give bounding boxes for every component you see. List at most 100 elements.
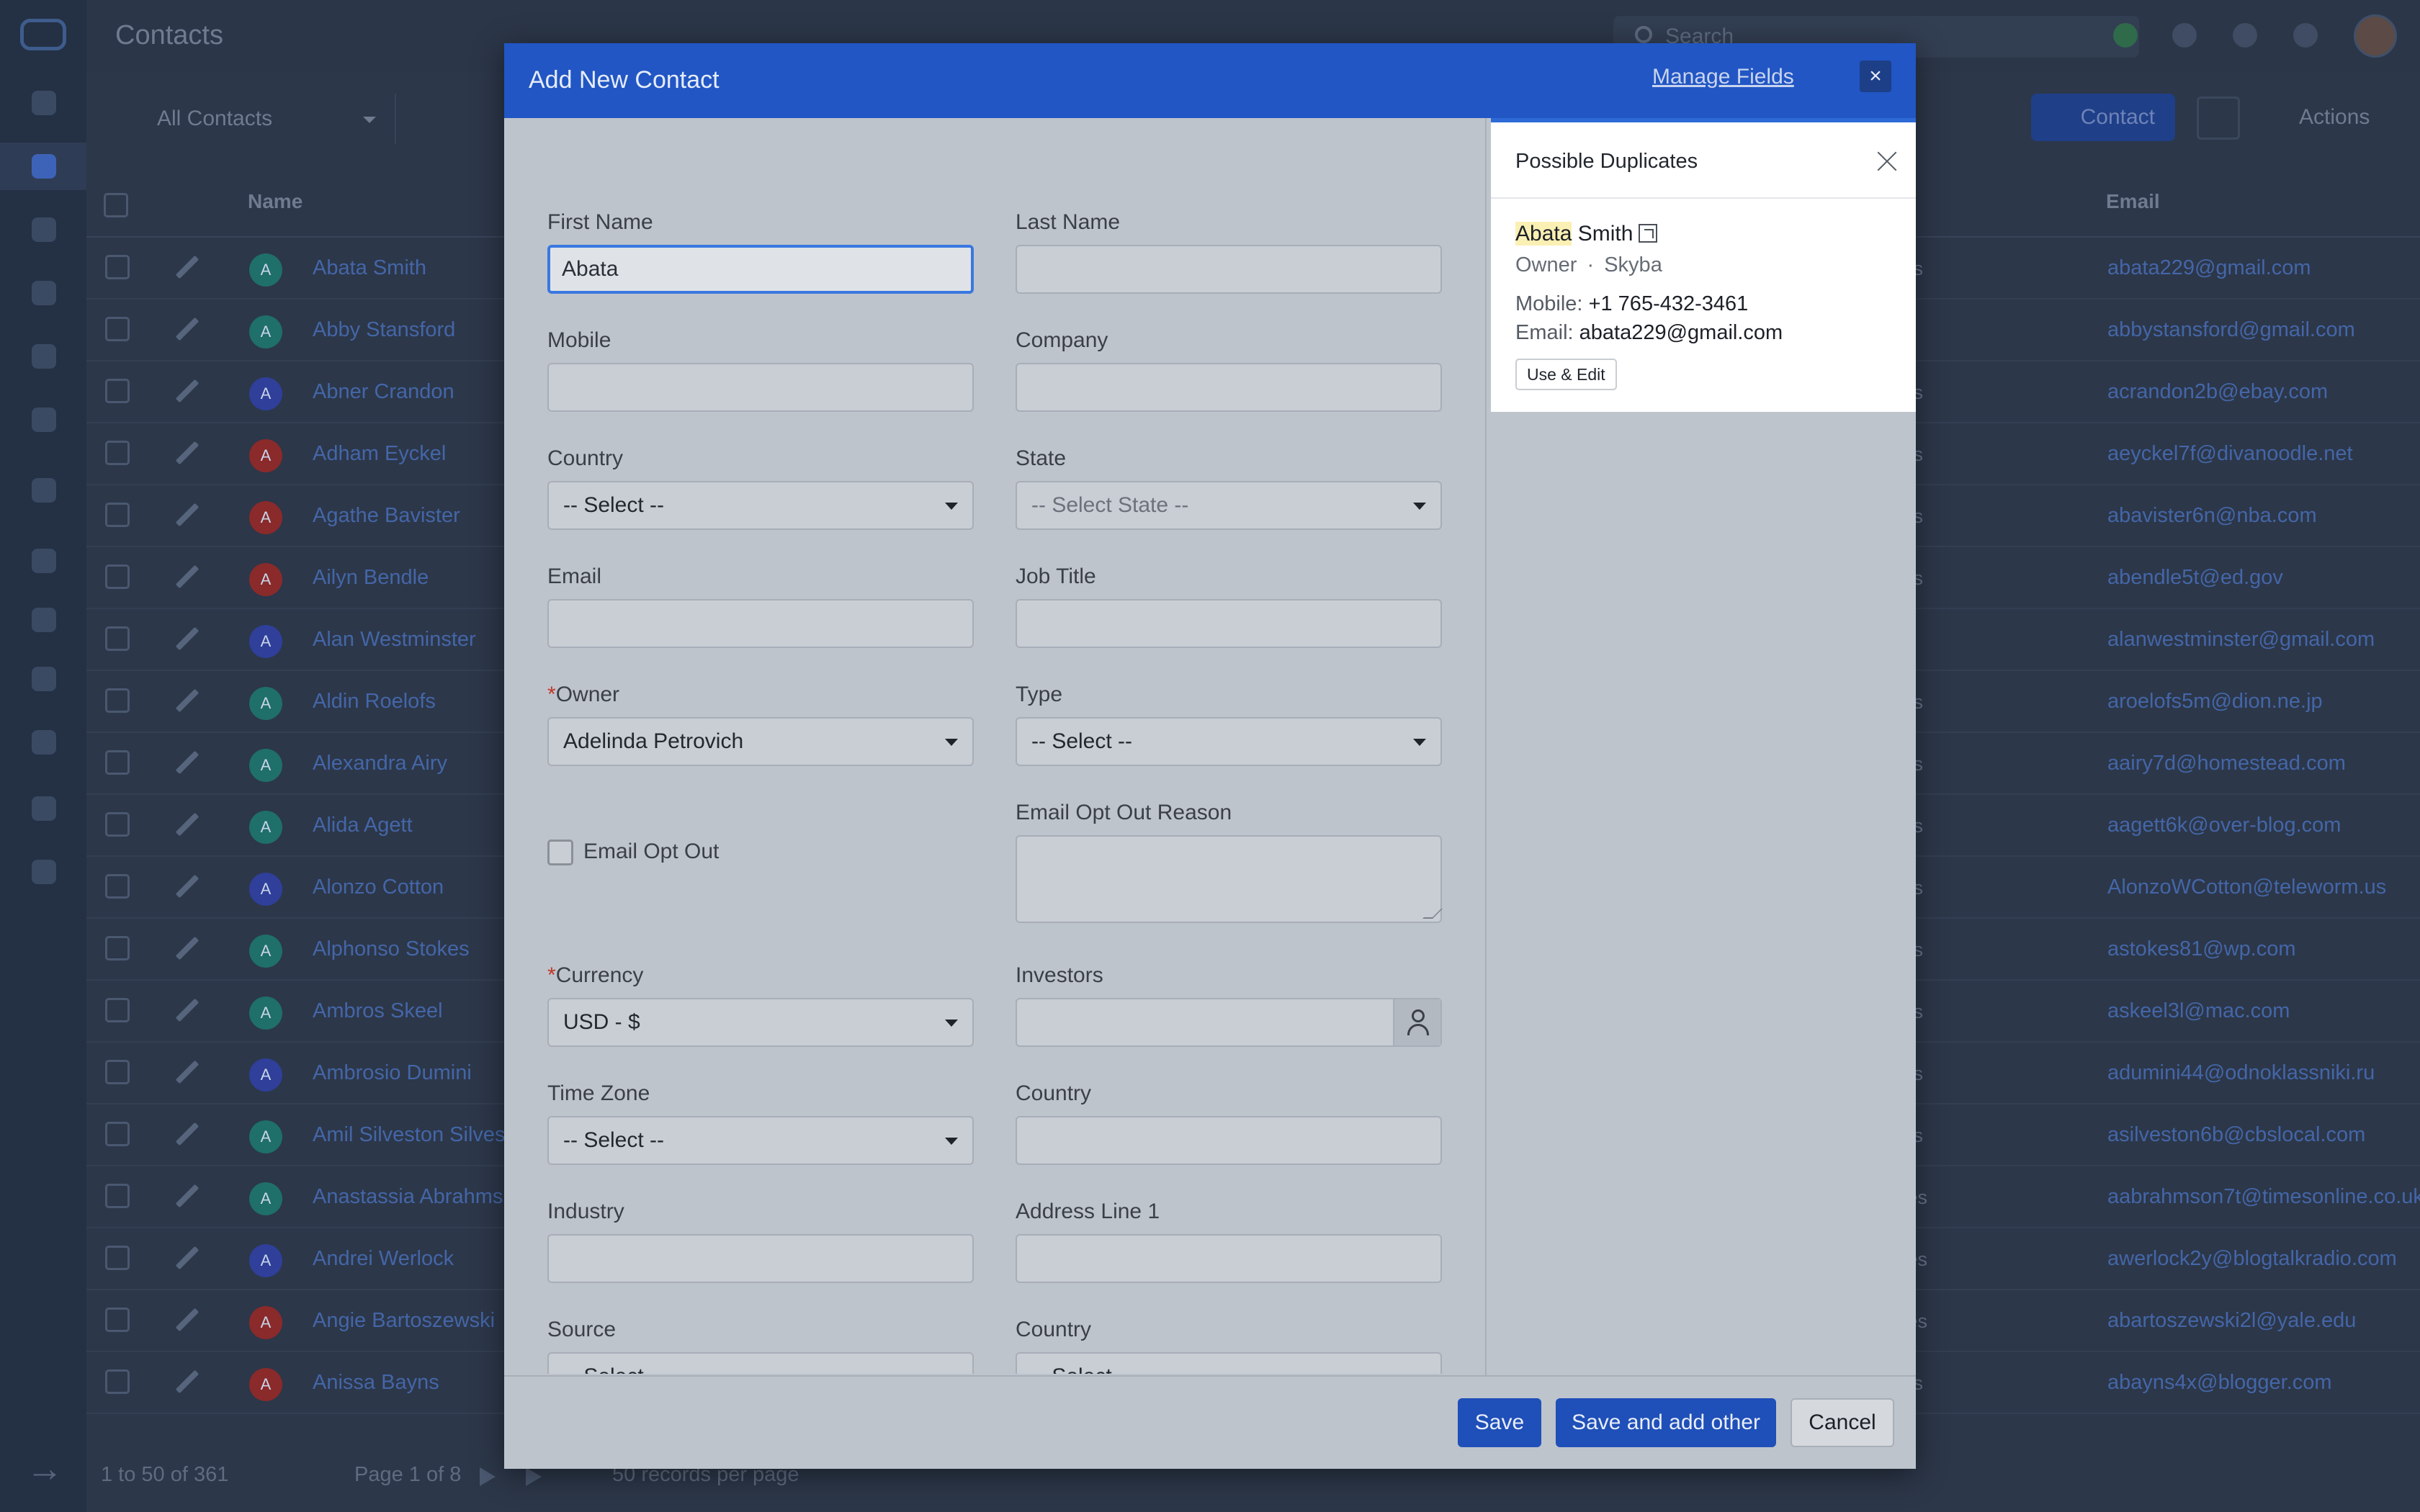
row-checkbox[interactable]	[105, 750, 130, 775]
edit-pencil-icon[interactable]	[175, 441, 200, 465]
expand-sidebar-arrow-icon[interactable]: →	[26, 1450, 63, 1488]
contact-email-link[interactable]: alanwestminster@gmail.com	[2107, 628, 2375, 652]
edit-pencil-icon[interactable]	[175, 750, 200, 775]
last-name-field[interactable]	[1016, 245, 1442, 294]
email-opt-out-checkbox[interactable]	[547, 840, 573, 865]
source-select[interactable]: -- Select --	[547, 1352, 974, 1374]
person-lookup-icon[interactable]	[1393, 999, 1440, 1045]
contact-name-link[interactable]: Andrei Werlock	[313, 1247, 454, 1271]
contact-email-link[interactable]: aagett6k@over-blog.com	[2107, 814, 2341, 837]
save-and-add-other-button[interactable]: Save and add other	[1556, 1398, 1776, 1447]
contact-email-link[interactable]: abartoszewski2l@yale.edu	[2107, 1309, 2356, 1333]
settings-nav-icon[interactable]	[32, 730, 56, 755]
row-checkbox[interactable]	[105, 564, 130, 589]
inbox-nav-icon[interactable]	[32, 549, 56, 573]
contact-name-link[interactable]: Aldin Roelofs	[313, 690, 436, 714]
deals-nav-icon[interactable]	[32, 281, 56, 305]
edit-pencil-icon[interactable]	[175, 874, 200, 899]
contact-name-link[interactable]: Adham Eyckel	[313, 442, 446, 466]
row-checkbox[interactable]	[105, 379, 130, 403]
row-checkbox[interactable]	[105, 1184, 130, 1208]
close-duplicates-icon[interactable]	[1873, 147, 1901, 176]
contact-email-link[interactable]: asilveston6b@cbslocal.com	[2107, 1123, 2365, 1147]
contact-email-link[interactable]: abavister6n@nba.com	[2107, 504, 2317, 528]
edit-pencil-icon[interactable]	[175, 936, 200, 960]
documents-nav-icon[interactable]	[32, 608, 56, 632]
row-checkbox[interactable]	[105, 874, 130, 899]
row-checkbox[interactable]	[105, 626, 130, 651]
revenue-nav-icon[interactable]	[32, 344, 56, 369]
contact-name-link[interactable]: Abata Smith	[313, 256, 426, 280]
edit-pencil-icon[interactable]	[175, 626, 200, 651]
contact-name-link[interactable]: Anastassia Abrahms	[313, 1185, 503, 1209]
close-icon[interactable]: ×	[1860, 60, 1891, 92]
help-icon[interactable]	[2293, 23, 2318, 48]
country-2-field[interactable]	[1016, 1116, 1442, 1165]
contact-name-link[interactable]: Amil Silveston Silves	[313, 1123, 506, 1147]
duplicate-contact-name[interactable]: Abata Smith	[1515, 222, 1658, 246]
country-3-select[interactable]: -- Select --	[1016, 1352, 1442, 1374]
row-checkbox[interactable]	[105, 688, 130, 713]
contact-email-link[interactable]: abbystansford@gmail.com	[2107, 318, 2355, 342]
column-view-icon[interactable]	[2197, 96, 2240, 140]
type-select[interactable]: -- Select --	[1016, 717, 1442, 766]
row-checkbox[interactable]	[105, 812, 130, 837]
company-field[interactable]	[1016, 363, 1442, 412]
notifications-bell-icon[interactable]	[2233, 23, 2257, 48]
cancel-button[interactable]: Cancel	[1791, 1398, 1894, 1447]
row-checkbox[interactable]	[105, 255, 130, 279]
row-checkbox[interactable]	[105, 1246, 130, 1270]
contacts-nav-icon[interactable]	[32, 154, 56, 179]
edit-pencil-icon[interactable]	[175, 1369, 200, 1394]
column-header-name[interactable]: Name	[248, 190, 302, 213]
country-select[interactable]: -- Select --	[547, 481, 974, 530]
accounts-nav-icon[interactable]	[32, 217, 56, 242]
row-checkbox[interactable]	[105, 998, 130, 1022]
contact-email-link[interactable]: aeyckel7f@divanoodle.net	[2107, 442, 2353, 466]
contact-name-link[interactable]: Abby Stansford	[313, 318, 455, 342]
resize-handle-icon[interactable]	[1422, 909, 1443, 919]
mobile-field[interactable]	[547, 363, 974, 412]
owner-select[interactable]: Adelinda Petrovich	[547, 717, 974, 766]
investors-lookup-field[interactable]	[1016, 998, 1442, 1047]
user-avatar[interactable]	[2354, 14, 2397, 58]
contact-name-link[interactable]: Ailyn Bendle	[313, 566, 429, 590]
edit-pencil-icon[interactable]	[175, 1060, 200, 1084]
edit-pencil-icon[interactable]	[175, 317, 200, 341]
contact-name-link[interactable]: Alexandra Airy	[313, 752, 447, 775]
row-checkbox[interactable]	[105, 1369, 130, 1394]
row-checkbox[interactable]	[105, 1060, 130, 1084]
last-page-icon[interactable]	[526, 1467, 544, 1486]
chat-nav-icon[interactable]	[32, 796, 56, 821]
edit-pencil-icon[interactable]	[175, 998, 200, 1022]
row-checkbox[interactable]	[105, 936, 130, 960]
contact-name-link[interactable]: Angie Bartoszewski	[313, 1309, 495, 1333]
contact-name-link[interactable]: Agathe Bavister	[313, 504, 460, 528]
contact-name-link[interactable]: Ambrosio Dumini	[313, 1061, 472, 1085]
save-button[interactable]: Save	[1458, 1398, 1541, 1447]
edit-pencil-icon[interactable]	[175, 503, 200, 527]
row-checkbox[interactable]	[105, 317, 130, 341]
edit-pencil-icon[interactable]	[175, 812, 200, 837]
phone-icon[interactable]	[2172, 23, 2197, 48]
email-opt-out-label[interactable]: Email Opt Out	[583, 840, 719, 864]
contact-name-link[interactable]: Ambros Skeel	[313, 999, 443, 1023]
industry-field[interactable]	[547, 1234, 974, 1283]
contact-email-link[interactable]: awerlock2y@blogtalkradio.com	[2107, 1247, 2397, 1271]
edit-pencil-icon[interactable]	[175, 255, 200, 279]
use-and-edit-button[interactable]: Use & Edit	[1515, 359, 1617, 390]
view-selector[interactable]: All Contacts	[122, 94, 396, 144]
edit-pencil-icon[interactable]	[175, 379, 200, 403]
contact-name-link[interactable]: Anissa Bayns	[313, 1371, 439, 1395]
email-field[interactable]	[547, 599, 974, 648]
contact-email-link[interactable]: aairy7d@homestead.com	[2107, 752, 2346, 775]
contact-name-link[interactable]: Alida Agett	[313, 814, 413, 837]
contact-email-link[interactable]: AlonzoWCotton@teleworm.us	[2107, 876, 2386, 899]
row-checkbox[interactable]	[105, 503, 130, 527]
manage-fields-link[interactable]: Manage Fields	[1652, 65, 1794, 89]
edit-pencil-icon[interactable]	[175, 688, 200, 713]
address-line-1-field[interactable]	[1016, 1234, 1442, 1283]
contact-email-link[interactable]: astokes81@wp.com	[2107, 937, 2296, 961]
contact-email-link[interactable]: abayns4x@blogger.com	[2107, 1371, 2332, 1395]
open-external-icon[interactable]	[1639, 224, 1658, 243]
